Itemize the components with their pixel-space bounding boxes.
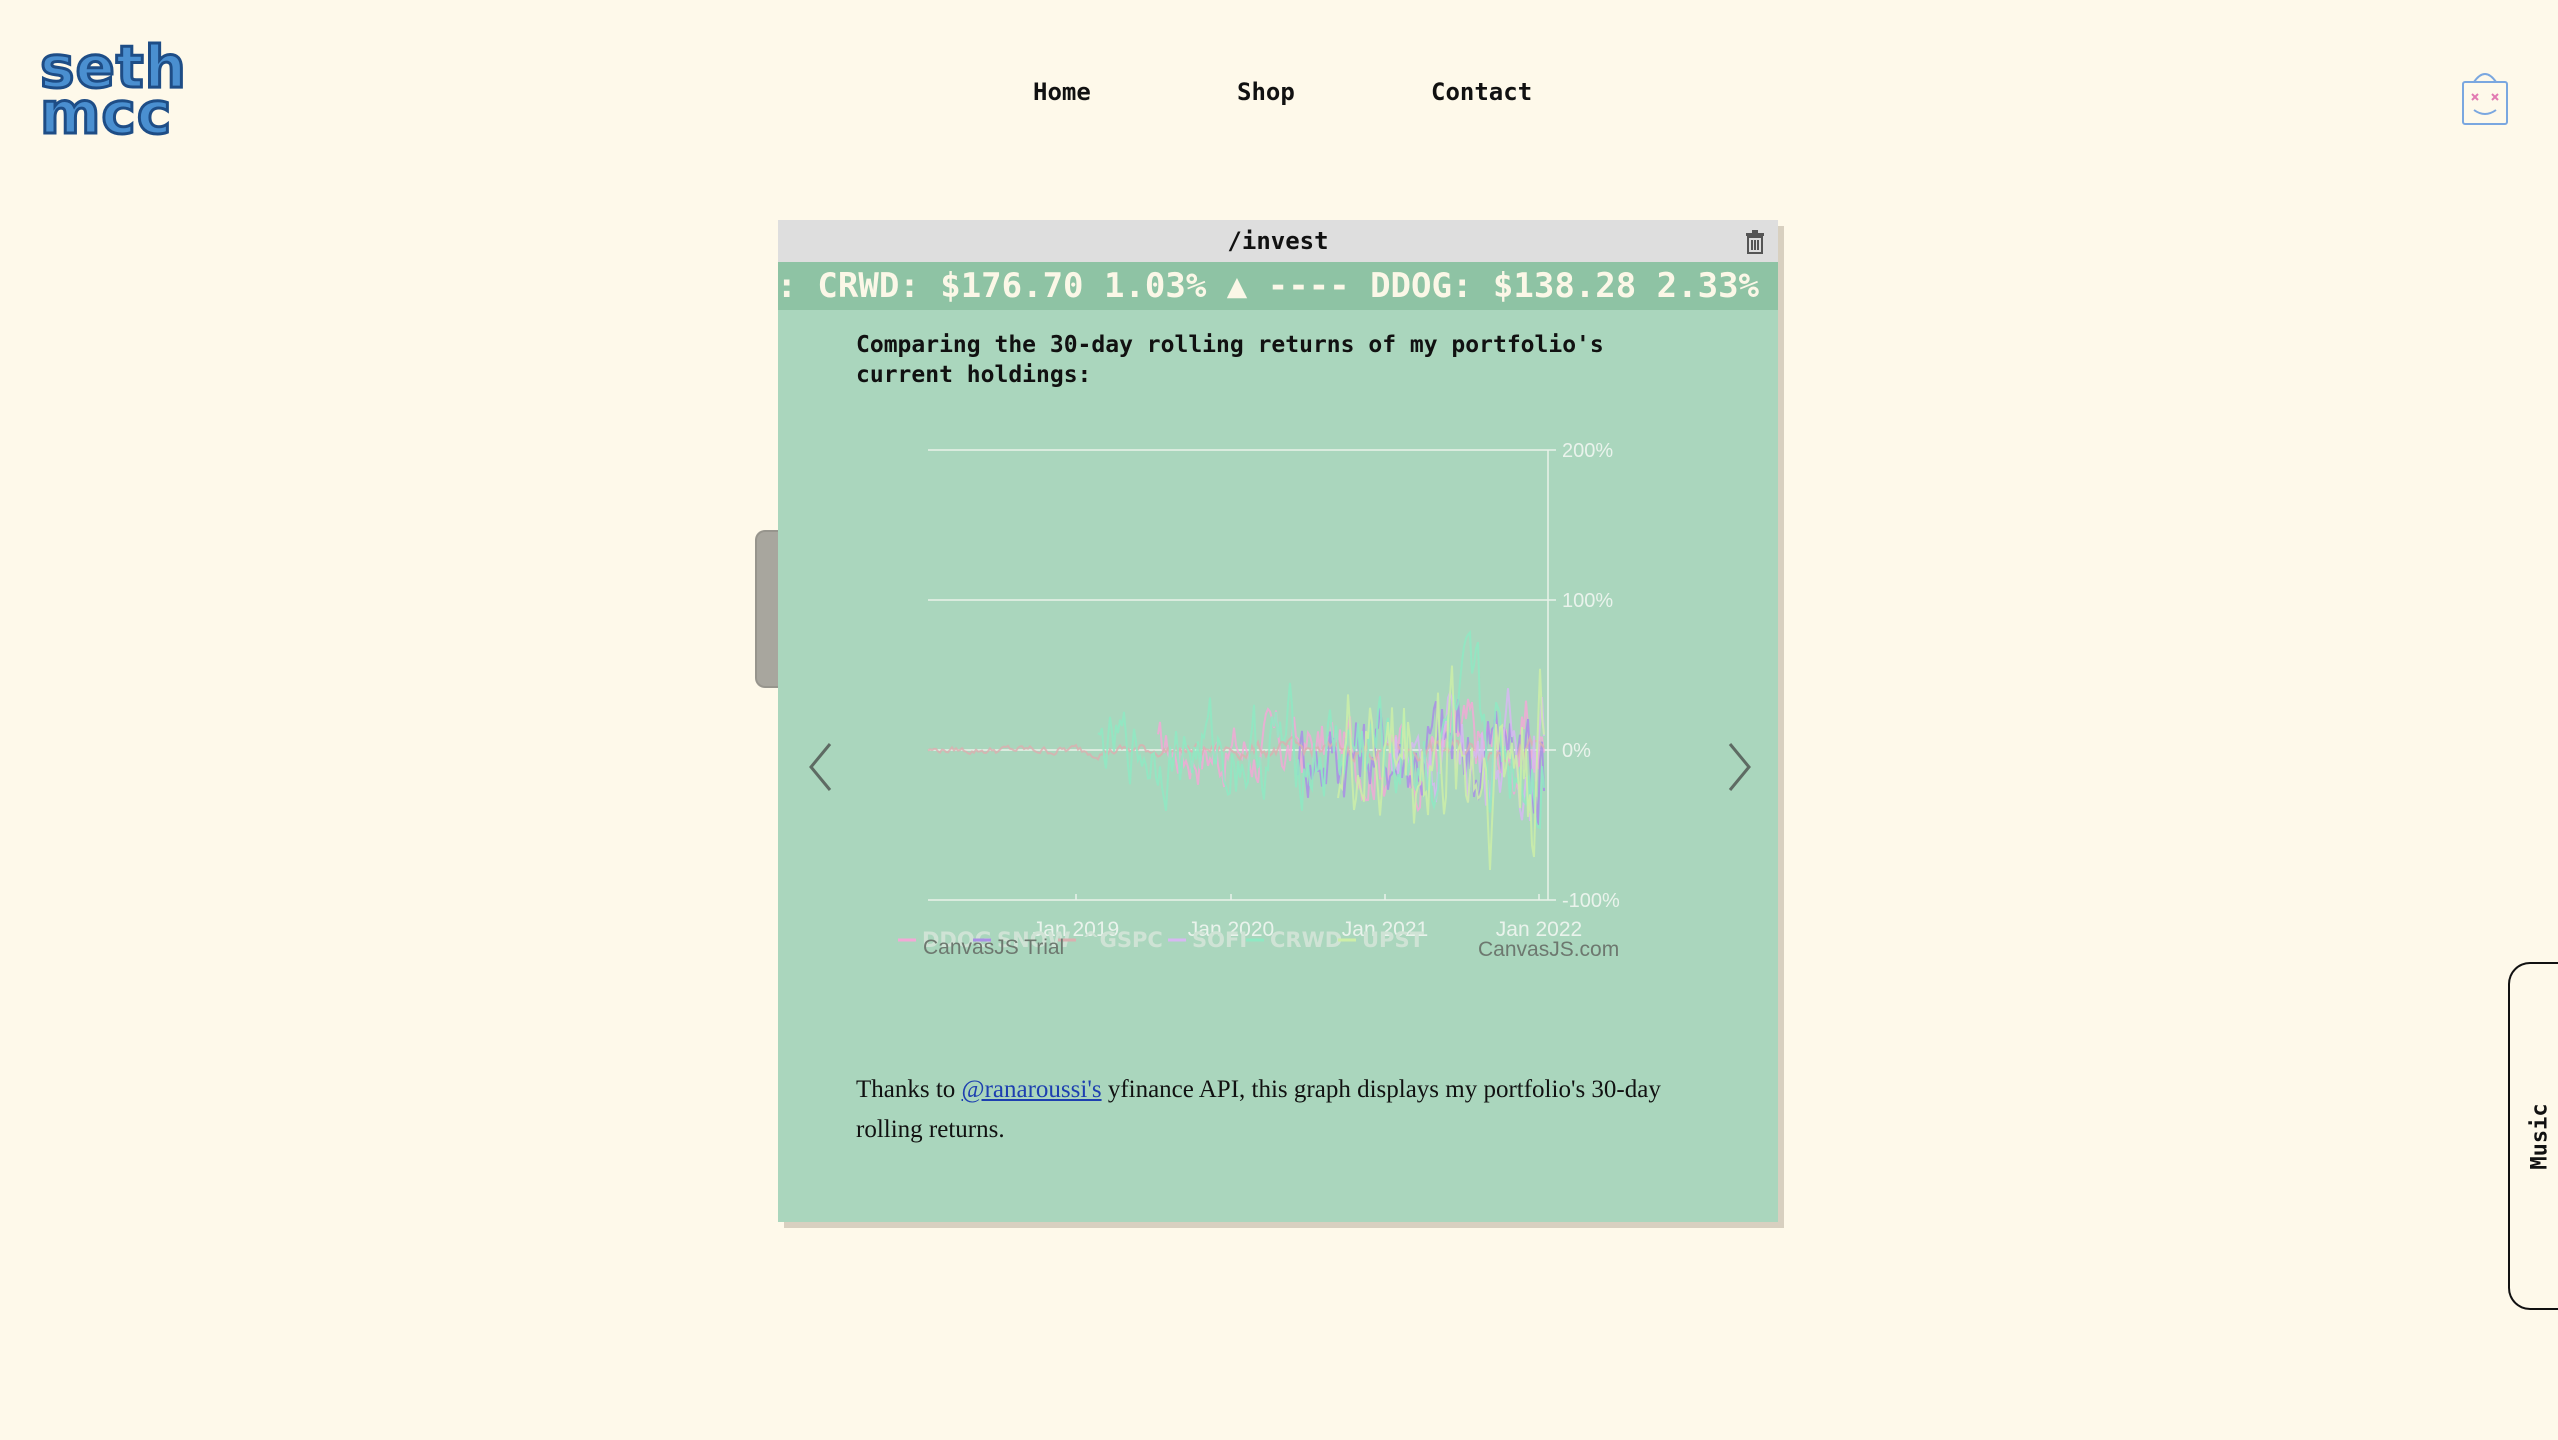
window-titlebar[interactable]: /invest [778,220,1778,262]
music-tab-label: Music [2527,1102,2553,1170]
window-title: /invest [1227,227,1329,255]
legend-item[interactable]: SOFI [1168,928,1247,952]
watermark-right: CanvasJS.com [1478,938,1619,961]
watermark-left: CanvasJS Trial [923,936,1064,959]
y-tick-label: 200% [1562,440,1613,462]
ticker-text: 2: CRWD: $176.70 1.03% ▲ ---- DDOG: $138… [778,266,1778,306]
chart-svg: 200%100%0%-100%Jan 2019 Jan 2020 Jan 2021 J… [898,440,1620,961]
y-tick-label: 100% [1562,590,1613,612]
intro-text: Comparing the 30-day rolling returns of … [856,332,1604,388]
nav-shop-link[interactable]: Shop [1237,78,1295,106]
footer-before: Thanks to [856,1076,962,1103]
legend-label: SOFI [1192,928,1247,952]
returns-chart: 200% 100% 0% -100% Jan 2019 Jan 2020 Jan 2021 J… [778,420,1778,1060]
legend-label: UPST [1362,928,1425,952]
legend-label: ^GSPC [1082,928,1163,952]
main-nav: Home Shop Contact [0,78,2558,118]
legend-label: CRWD [1270,928,1342,952]
ranaroussi-link[interactable]: @ranaroussi's [962,1076,1102,1103]
y-tick-label: -100% [1562,890,1620,912]
shopping-bag-face-icon[interactable] [2460,68,2510,126]
nav-home-link[interactable]: Home [1033,78,1091,106]
prev-chart-arrow[interactable] [808,742,834,796]
trash-icon[interactable] [1744,230,1766,254]
stock-ticker: 2: CRWD: $176.70 1.03% ▲ ---- DDOG: $138… [778,262,1778,310]
music-tab[interactable]: Music [2508,962,2558,1310]
nav-contact-link[interactable]: Contact [1431,78,1532,106]
next-chart-arrow[interactable] [1726,742,1752,796]
invest-window: /invest 2: CRWD: $176.70 1.03% ▲ ---- DD… [778,220,1778,1222]
footer-text: Thanks to @ranaroussi's yfinance API, th… [856,1070,1716,1150]
y-tick-label: 0% [1562,740,1591,762]
